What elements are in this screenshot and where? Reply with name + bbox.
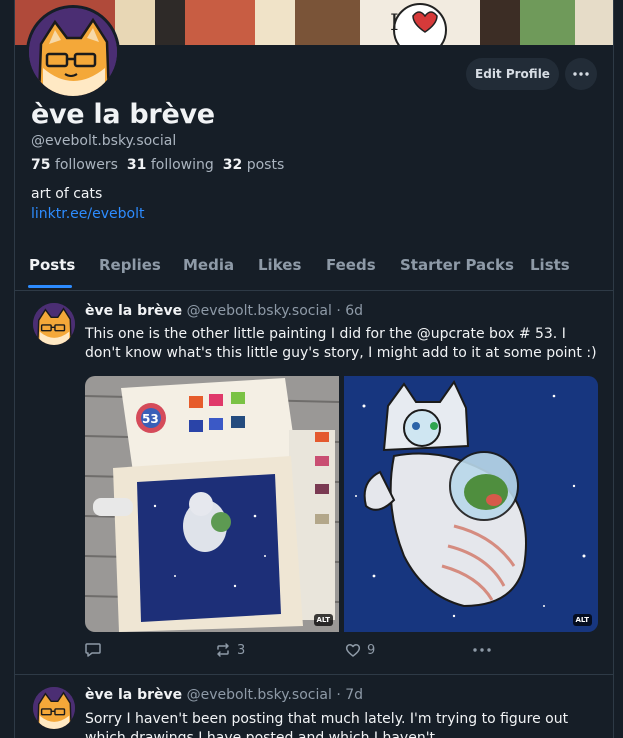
repost-button[interactable]: 3: [215, 642, 245, 658]
following-label: following: [150, 157, 214, 173]
tab-starter-packs[interactable]: Starter Packs: [400, 256, 514, 274]
posts-stat: 32 posts: [223, 157, 284, 173]
svg-text:53: 53: [142, 412, 159, 426]
post-text: Sorry I haven't been posting that much l…: [85, 711, 569, 738]
post-timestamp[interactable]: · 6d: [336, 303, 363, 319]
tab-likes[interactable]: Likes: [258, 256, 301, 274]
post-image[interactable]: 53 ALT: [85, 376, 339, 632]
heart-icon: [345, 644, 361, 657]
post-author-name[interactable]: ève la brève: [85, 303, 182, 319]
profile-link[interactable]: linktr.ee/evebolt: [31, 206, 144, 222]
post-image[interactable]: ALT: [344, 376, 598, 632]
reply-button[interactable]: [85, 642, 107, 658]
alt-text-badge[interactable]: ALT: [572, 614, 592, 626]
feed-post[interactable]: ève la brève @evebolt.bsky.social · 6d T…: [15, 291, 613, 675]
post-image-grid: 53 ALT ALT: [85, 376, 598, 632]
post-author-handle[interactable]: @evebolt.bsky.social: [187, 303, 332, 319]
feed-post[interactable]: ève la brève @evebolt.bsky.social · 7d S…: [15, 675, 613, 738]
post-author-name[interactable]: ève la brève: [85, 687, 182, 703]
profile-bio: art of cats: [31, 186, 103, 202]
post-actions: 3 9: [85, 642, 597, 662]
profile-handle: @evebolt.bsky.social: [31, 133, 177, 149]
posts-label: posts: [246, 157, 285, 173]
post-header: ève la brève @evebolt.bsky.social · 6d: [85, 303, 363, 319]
post-author-avatar[interactable]: [33, 687, 75, 729]
tab-media[interactable]: Media: [183, 256, 234, 274]
cat-avatar-image: [33, 303, 75, 345]
painting-with-palette-image: 53: [85, 376, 339, 632]
ellipsis-icon: [573, 72, 589, 76]
post-author-avatar[interactable]: [33, 303, 75, 345]
tab-lists[interactable]: Lists: [530, 256, 570, 274]
astronaut-cat-painting-image: [344, 376, 598, 632]
more-options-button[interactable]: [565, 58, 597, 90]
edit-profile-label: Edit Profile: [475, 67, 550, 81]
repost-arrows-icon: [217, 643, 229, 657]
posts-count: 32: [222, 157, 243, 173]
repost-count: 3: [237, 642, 246, 658]
following-stat[interactable]: 31 following: [127, 157, 214, 173]
edit-profile-button[interactable]: Edit Profile: [466, 58, 559, 90]
svg-text:I: I: [390, 11, 399, 36]
ellipsis-icon: [473, 648, 491, 652]
profile-stats: 75 followers 31 following 32 posts: [31, 157, 284, 173]
like-count: 9: [367, 642, 376, 658]
followers-label: followers: [54, 157, 118, 173]
cat-avatar-image: [33, 687, 75, 729]
alt-text-badge[interactable]: ALT: [313, 614, 333, 626]
like-button[interactable]: 9: [345, 642, 375, 658]
profile-tabs: Posts Replies Media Likes Feeds Starter …: [15, 246, 613, 291]
tab-replies[interactable]: Replies: [99, 256, 161, 274]
post-more-button[interactable]: [473, 648, 491, 652]
following-count: 31: [126, 157, 147, 173]
post-header: ève la brève @evebolt.bsky.social · 7d: [85, 687, 363, 703]
post-text: This one is the other little painting I …: [85, 326, 597, 361]
profile-avatar[interactable]: [26, 5, 120, 99]
followers-count: 75: [31, 157, 51, 173]
profile-display-name: ève la brève: [31, 99, 215, 130]
profile-column: I Edit Profile ève la brève @evebolt.bsk…: [14, 0, 614, 738]
post-author-handle[interactable]: @evebolt.bsky.social: [187, 687, 332, 703]
tab-feeds[interactable]: Feeds: [326, 256, 376, 274]
followers-stat[interactable]: 75 followers: [31, 157, 118, 173]
tab-posts[interactable]: Posts: [29, 256, 75, 274]
active-tab-indicator: [28, 285, 72, 288]
cat-avatar-image: [29, 8, 117, 96]
post-timestamp[interactable]: · 7d: [336, 687, 363, 703]
speech-bubble-icon: [85, 643, 101, 657]
